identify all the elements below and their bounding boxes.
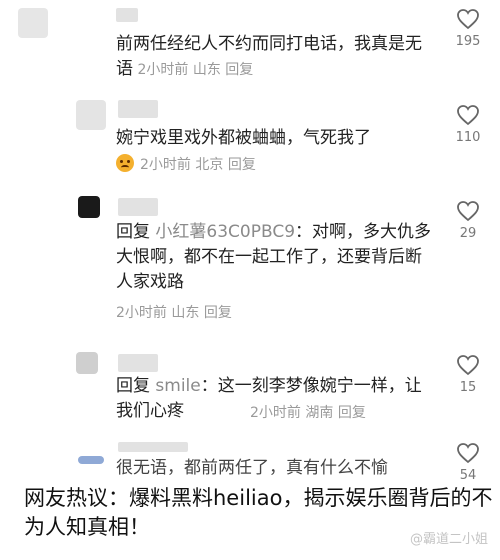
reply-link[interactable]: 回复 [204, 305, 232, 321]
comment-location: 山东 [171, 305, 200, 321]
comment-time: 2小时前 [116, 305, 167, 321]
like-count: 15 [459, 380, 477, 395]
comment-meta: 2小时前 湖南 回复 [250, 402, 366, 424]
username-blurred[interactable] [116, 8, 138, 22]
avatar[interactable] [78, 456, 104, 464]
avatar[interactable] [78, 196, 100, 218]
avatar[interactable] [18, 8, 48, 38]
reply-link[interactable]: 回复 [338, 405, 366, 421]
like-control[interactable]: 54 [450, 442, 486, 483]
avatar[interactable] [76, 352, 98, 374]
comment-meta: 2小时前 北京 回复 [116, 154, 256, 176]
like-control[interactable]: 29 [450, 200, 486, 241]
comment-item: 回复 smile：这一刻李梦像婉宁一样，让我们心疼 2小时前 湖南 回复 15 [0, 346, 500, 436]
username-blurred[interactable] [118, 442, 188, 452]
comment-time: 2小时前 [250, 405, 301, 421]
watermark: @霸道二小姐 [409, 532, 488, 547]
like-count: 54 [459, 468, 477, 483]
like-control[interactable]: 195 [450, 8, 486, 49]
reply-prefix: 回复 [116, 376, 150, 396]
reply-prefix: 回复 [116, 222, 150, 242]
comment-meta: 2小时前 山东 回复 [116, 302, 232, 324]
comment-location: 湖南 [305, 405, 334, 421]
like-count: 110 [455, 130, 481, 145]
angry-face-icon [116, 154, 134, 172]
username-blurred[interactable] [118, 198, 158, 216]
comment-time: 2小时前 [137, 62, 189, 78]
heart-icon[interactable] [450, 442, 486, 464]
heart-icon[interactable] [450, 104, 486, 126]
comment-item: 前两任经纪人不约而同打电话，我真是无语 2小时前 山东 回复 195 [0, 0, 500, 90]
screenshot-canvas: 前两任经纪人不约而同打电话，我真是无语 2小时前 山东 回复 195 婉宁戏里戏… [0, 0, 500, 560]
comment-body: 婉宁戏里戏外都被蛐蛐，气死我了 [116, 126, 434, 151]
heart-icon[interactable] [450, 8, 486, 30]
like-control[interactable]: 110 [450, 104, 486, 145]
reply-link[interactable]: 回复 [225, 62, 253, 78]
comment-text: 婉宁戏里戏外都被蛐蛐，气死我了 [116, 128, 371, 148]
comment-body: 回复 小红薯63C0PBC9：对啊，多大仇多大恨啊，都不在一起工作了，还要背后断… [116, 220, 434, 295]
comment-location: 北京 [195, 157, 224, 173]
heart-icon[interactable] [450, 200, 486, 222]
username-blurred[interactable] [118, 100, 158, 118]
reply-target-user[interactable]: smile [155, 376, 200, 396]
comment-item: 婉宁戏里戏外都被蛐蛐，气死我了 2小时前 北京 回复 110 [0, 96, 500, 186]
like-count: 29 [459, 226, 477, 241]
like-control[interactable]: 15 [450, 354, 486, 395]
reply-link[interactable]: 回复 [228, 157, 256, 173]
reply-target-user[interactable]: 小红薯63C0PBC9 [155, 222, 295, 242]
heart-icon[interactable] [450, 354, 486, 376]
avatar[interactable] [76, 100, 106, 130]
comment-body: 前两任经纪人不约而同打电话，我真是无语 2小时前 山东 回复 [116, 32, 434, 83]
comment-text: 很无语，都前两任了，真有什么不愉 [116, 458, 388, 478]
comment-time: 2小时前 [140, 157, 191, 173]
comment-item: 回复 小红薯63C0PBC9：对啊，多大仇多大恨啊，都不在一起工作了，还要背后断… [0, 194, 500, 334]
comment-location: 山东 [192, 62, 221, 78]
username-blurred[interactable] [118, 354, 158, 372]
like-count: 195 [455, 34, 481, 49]
